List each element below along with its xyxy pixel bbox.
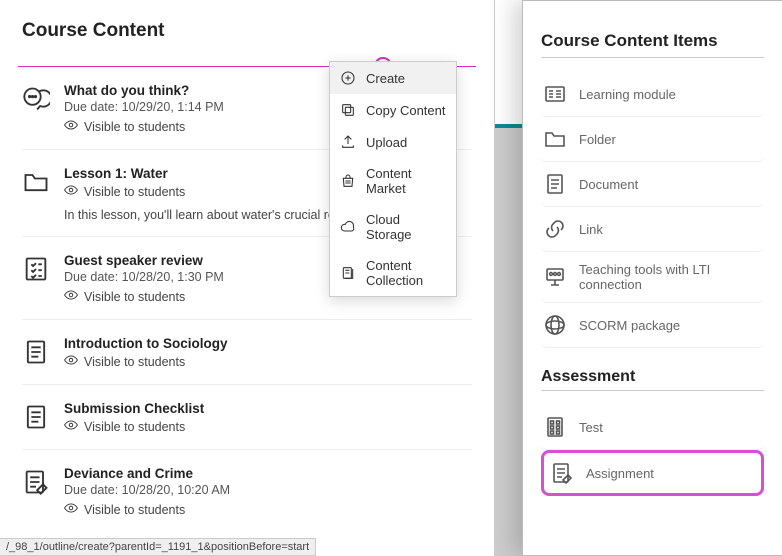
visibility-label: Visible to students [84,420,185,434]
menu-item-cloud-storage[interactable]: Cloud Storage [330,204,456,250]
menu-item-label: Copy Content [366,103,446,118]
content-type-test[interactable]: Test [541,405,764,450]
content-type-label: Folder [579,132,616,147]
content-type-label: Teaching tools with LTI connection [579,262,760,292]
scorm-icon [543,313,567,337]
menu-item-label: Upload [366,135,407,150]
eye-icon [64,183,78,200]
content-type-assignment[interactable]: Assignment [541,450,764,496]
content-item[interactable]: Deviance and Crime Due date: 10/28/20, 10… [22,449,472,532]
page-title: Course Content [22,20,472,42]
content-item-subtitle: Due date: 10/28/20, 10:20 AM [64,483,472,497]
menu-item-create[interactable]: Create [330,62,456,94]
link-icon [543,217,567,241]
content-type-scorm-package[interactable]: SCORM package [541,303,764,348]
eye-icon [64,418,78,435]
divider [541,390,764,391]
visibility-toggle[interactable]: Visible to students [64,501,472,518]
create-dropdown-menu[interactable]: Create Copy Content Upload Content Market Cl… [329,61,457,297]
content-type-label: Document [579,177,638,192]
content-item-body: Submission Checklist Visible to students [64,401,472,435]
checklist-icon [22,255,50,283]
content-item-title: Introduction to Sociology [64,336,472,351]
menu-item-copy-content[interactable]: Copy Content [330,94,456,126]
document-icon [543,172,567,196]
visibility-label: Visible to students [84,290,185,304]
visibility-label: Visible to students [84,120,185,134]
assessment-section-title: Assessment [541,368,764,386]
content-type-label: Assignment [586,466,654,481]
document-icon [22,338,50,366]
learning-module-icon [543,82,567,106]
content-item-body: Introduction to Sociology Visible to stud… [64,336,472,370]
visibility-label: Visible to students [84,503,185,517]
upload-icon [340,134,356,150]
eye-icon [64,288,78,305]
content-type-learning-module[interactable]: Learning module [541,72,764,117]
assignment-icon [550,461,574,485]
eye-icon [64,353,78,370]
visibility-label: Visible to students [84,185,185,199]
content-type-list: Learning module Folder Document Link Teachin… [541,72,764,348]
content-type-label: Test [579,420,603,435]
url-hint-bar: /_98_1/outline/create?parentId=_1191_1&p… [0,538,316,556]
lti-icon [543,265,567,289]
divider [541,57,764,58]
content-type-label: SCORM package [579,318,680,333]
menu-item-label: Create [366,71,405,86]
menu-item-label: Content Market [366,166,446,196]
collection-icon [340,265,356,281]
folder-icon [22,168,50,196]
content-item-title: Submission Checklist [64,401,472,416]
cloud-icon [340,219,356,235]
content-item[interactable]: Submission Checklist Visible to students [22,384,472,449]
assignment-icon [22,468,50,496]
content-type-label: Link [579,222,603,237]
visibility-toggle[interactable]: Visible to students [64,418,472,435]
visibility-toggle[interactable]: Visible to students [64,353,472,370]
plus-circle-icon [340,70,356,86]
copy-icon [340,102,356,118]
content-items-panel: Course Content Items Learning module Fold… [522,0,782,556]
content-item-title: Deviance and Crime [64,466,472,481]
folder-icon [543,127,567,151]
content-type-link[interactable]: Link [541,207,764,252]
discussion-icon [22,85,50,113]
content-type-folder[interactable]: Folder [541,117,764,162]
eye-icon [64,501,78,518]
market-icon [340,173,356,189]
content-type-document[interactable]: Document [541,162,764,207]
content-type-label: Learning module [579,87,676,102]
content-type-teaching-tools-with-lti-connection[interactable]: Teaching tools with LTI connection [541,252,764,303]
menu-item-content-market[interactable]: Content Market [330,158,456,204]
content-item-body: Deviance and Crime Due date: 10/28/20, 10… [64,466,472,518]
assessment-type-list: Test Assignment [541,405,764,496]
content-item[interactable]: Introduction to Sociology Visible to stud… [22,319,472,384]
eye-icon [64,118,78,135]
document-icon [22,403,50,431]
menu-item-label: Cloud Storage [366,212,446,242]
test-icon [543,415,567,439]
menu-item-content-collection[interactable]: Content Collection [330,250,456,296]
content-items-title: Course Content Items [541,31,764,51]
menu-item-label: Content Collection [366,258,446,288]
visibility-label: Visible to students [84,355,185,369]
menu-item-upload[interactable]: Upload [330,126,456,158]
